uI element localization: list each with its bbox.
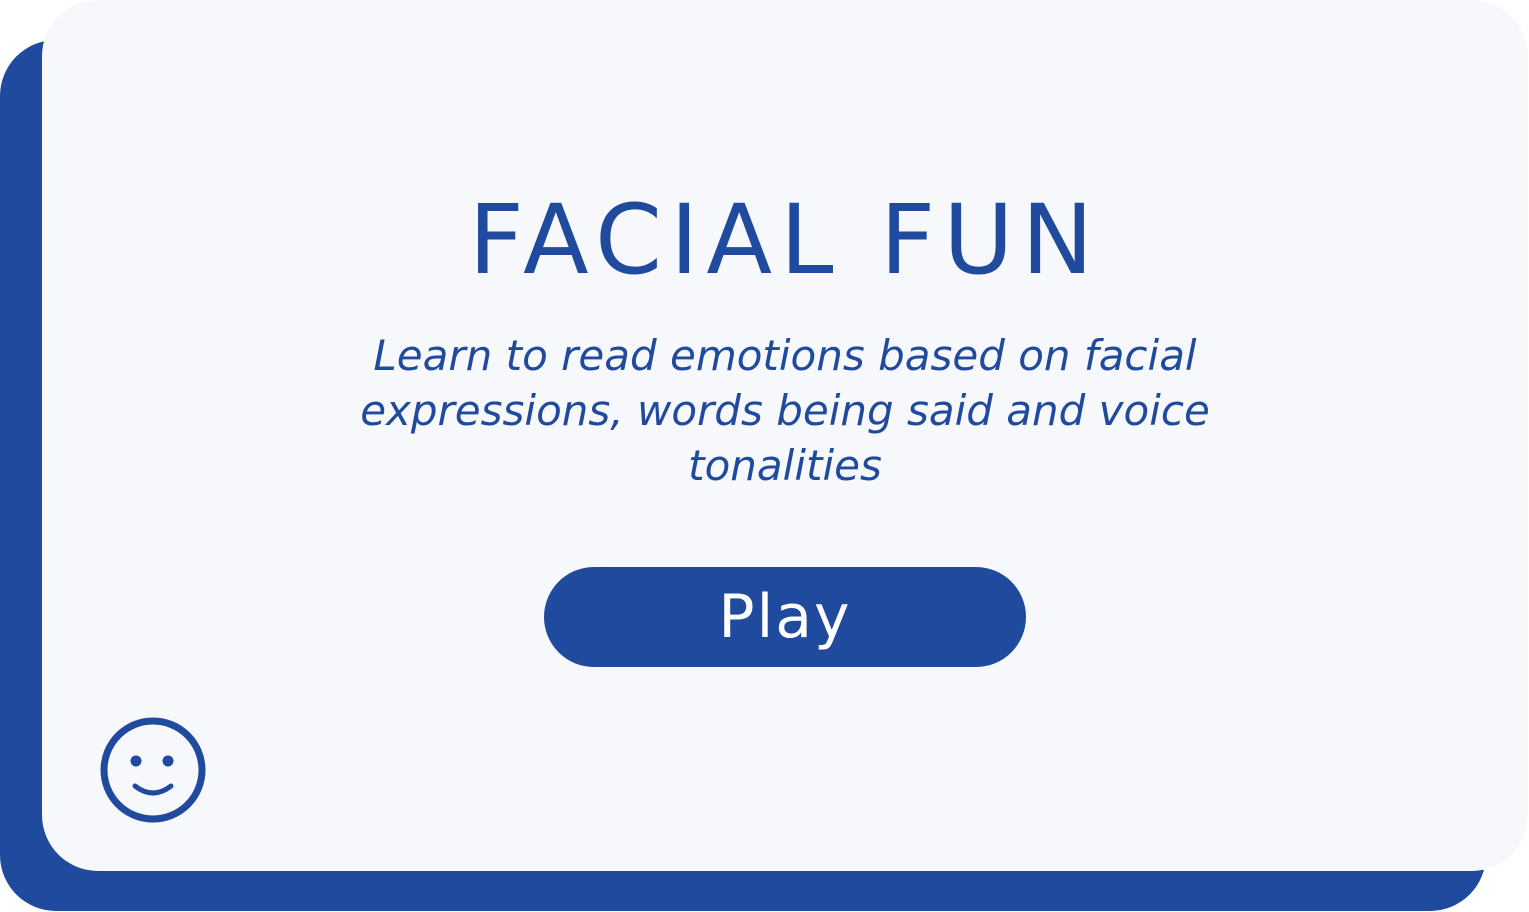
facial-fun-card: FACIAL FUN Learn to read emotions based … — [42, 0, 1528, 871]
card-title: FACIAL FUN — [468, 184, 1102, 296]
card-description: Learn to read emotions based on facial e… — [360, 331, 1210, 490]
play-button[interactable]: Play — [544, 567, 1026, 667]
game-card-stage: FACIAL FUN Learn to read emotions based … — [0, 0, 1529, 912]
smiley-face-icon — [100, 717, 206, 823]
